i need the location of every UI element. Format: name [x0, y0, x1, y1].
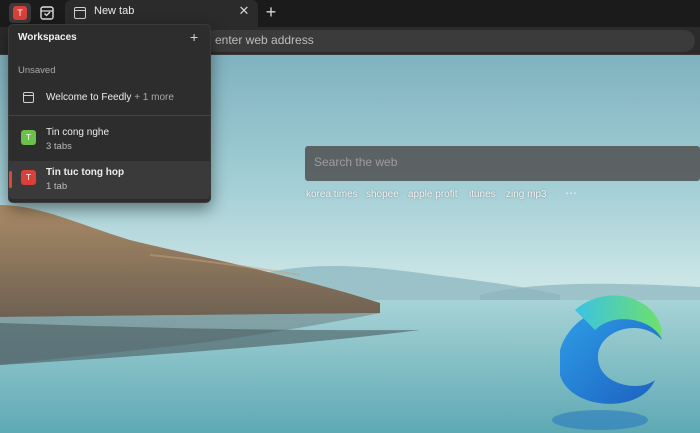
workspace-badge-red: T: [21, 170, 36, 185]
new-tab-favicon-icon: [74, 7, 86, 19]
workspaces-button[interactable]: T: [9, 3, 31, 23]
close-tab-button[interactable]: ✕: [237, 5, 251, 19]
workspace-badge: T: [13, 6, 27, 20]
unsaved-section-label: Unsaved: [18, 65, 56, 76]
workspaces-title: Workspaces: [18, 32, 77, 43]
search-placeholder: Search the web: [314, 155, 398, 169]
workspace-unsaved-name: Welcome to Feedly + 1 more: [46, 92, 174, 103]
workspace-unsaved-more: + 1 more: [134, 92, 174, 103]
workspace-item-tin-tuc-tong-hop[interactable]: T Tin tuc tong hop 1 tab: [9, 161, 210, 199]
tab-actions-icon: [40, 6, 54, 20]
address-placeholder: enter web address: [215, 33, 314, 47]
panel-divider: [9, 115, 210, 116]
new-tab-button[interactable]: +: [262, 3, 280, 21]
tab-strip: T New tab ✕ +: [0, 0, 700, 27]
workspace-tab-count: 3 tabs: [46, 141, 72, 152]
more-links-button[interactable]: ⋯: [565, 186, 578, 200]
quick-link-apple-profit[interactable]: apple profit: [408, 189, 457, 200]
workspaces-panel: Workspaces + Unsaved Welcome to Feedly +…: [8, 24, 211, 203]
add-workspace-button[interactable]: +: [190, 30, 198, 44]
address-bar[interactable]: enter web address: [205, 30, 695, 52]
tab-title: New tab: [94, 5, 135, 17]
selected-indicator: [9, 171, 12, 188]
workspace-tab-count: 1 tab: [46, 181, 68, 192]
workspace-name: Tin cong nghe: [46, 127, 110, 138]
workspace-name: Tin tuc tong hop: [46, 167, 125, 178]
quick-link-korea-times[interactable]: korea times: [306, 189, 358, 200]
tab-actions-button[interactable]: [37, 3, 57, 23]
window-icon: [23, 92, 34, 103]
quick-link-zing-mp3[interactable]: zing mp3: [506, 189, 547, 200]
browser-window: T New tab ✕ + enter web address Search t…: [0, 0, 700, 433]
quick-link-shopee[interactable]: shopee: [366, 189, 399, 200]
workspace-item-tin-cong-nghe[interactable]: T Tin cong nghe 3 tabs: [9, 121, 210, 159]
quick-link-itunes[interactable]: itunes: [469, 189, 496, 200]
tab-new-tab[interactable]: New tab ✕: [65, 0, 258, 27]
search-input[interactable]: Search the web: [305, 146, 700, 181]
workspace-badge-green: T: [21, 130, 36, 145]
workspace-unsaved-item[interactable]: Welcome to Feedly + 1 more: [9, 87, 210, 115]
